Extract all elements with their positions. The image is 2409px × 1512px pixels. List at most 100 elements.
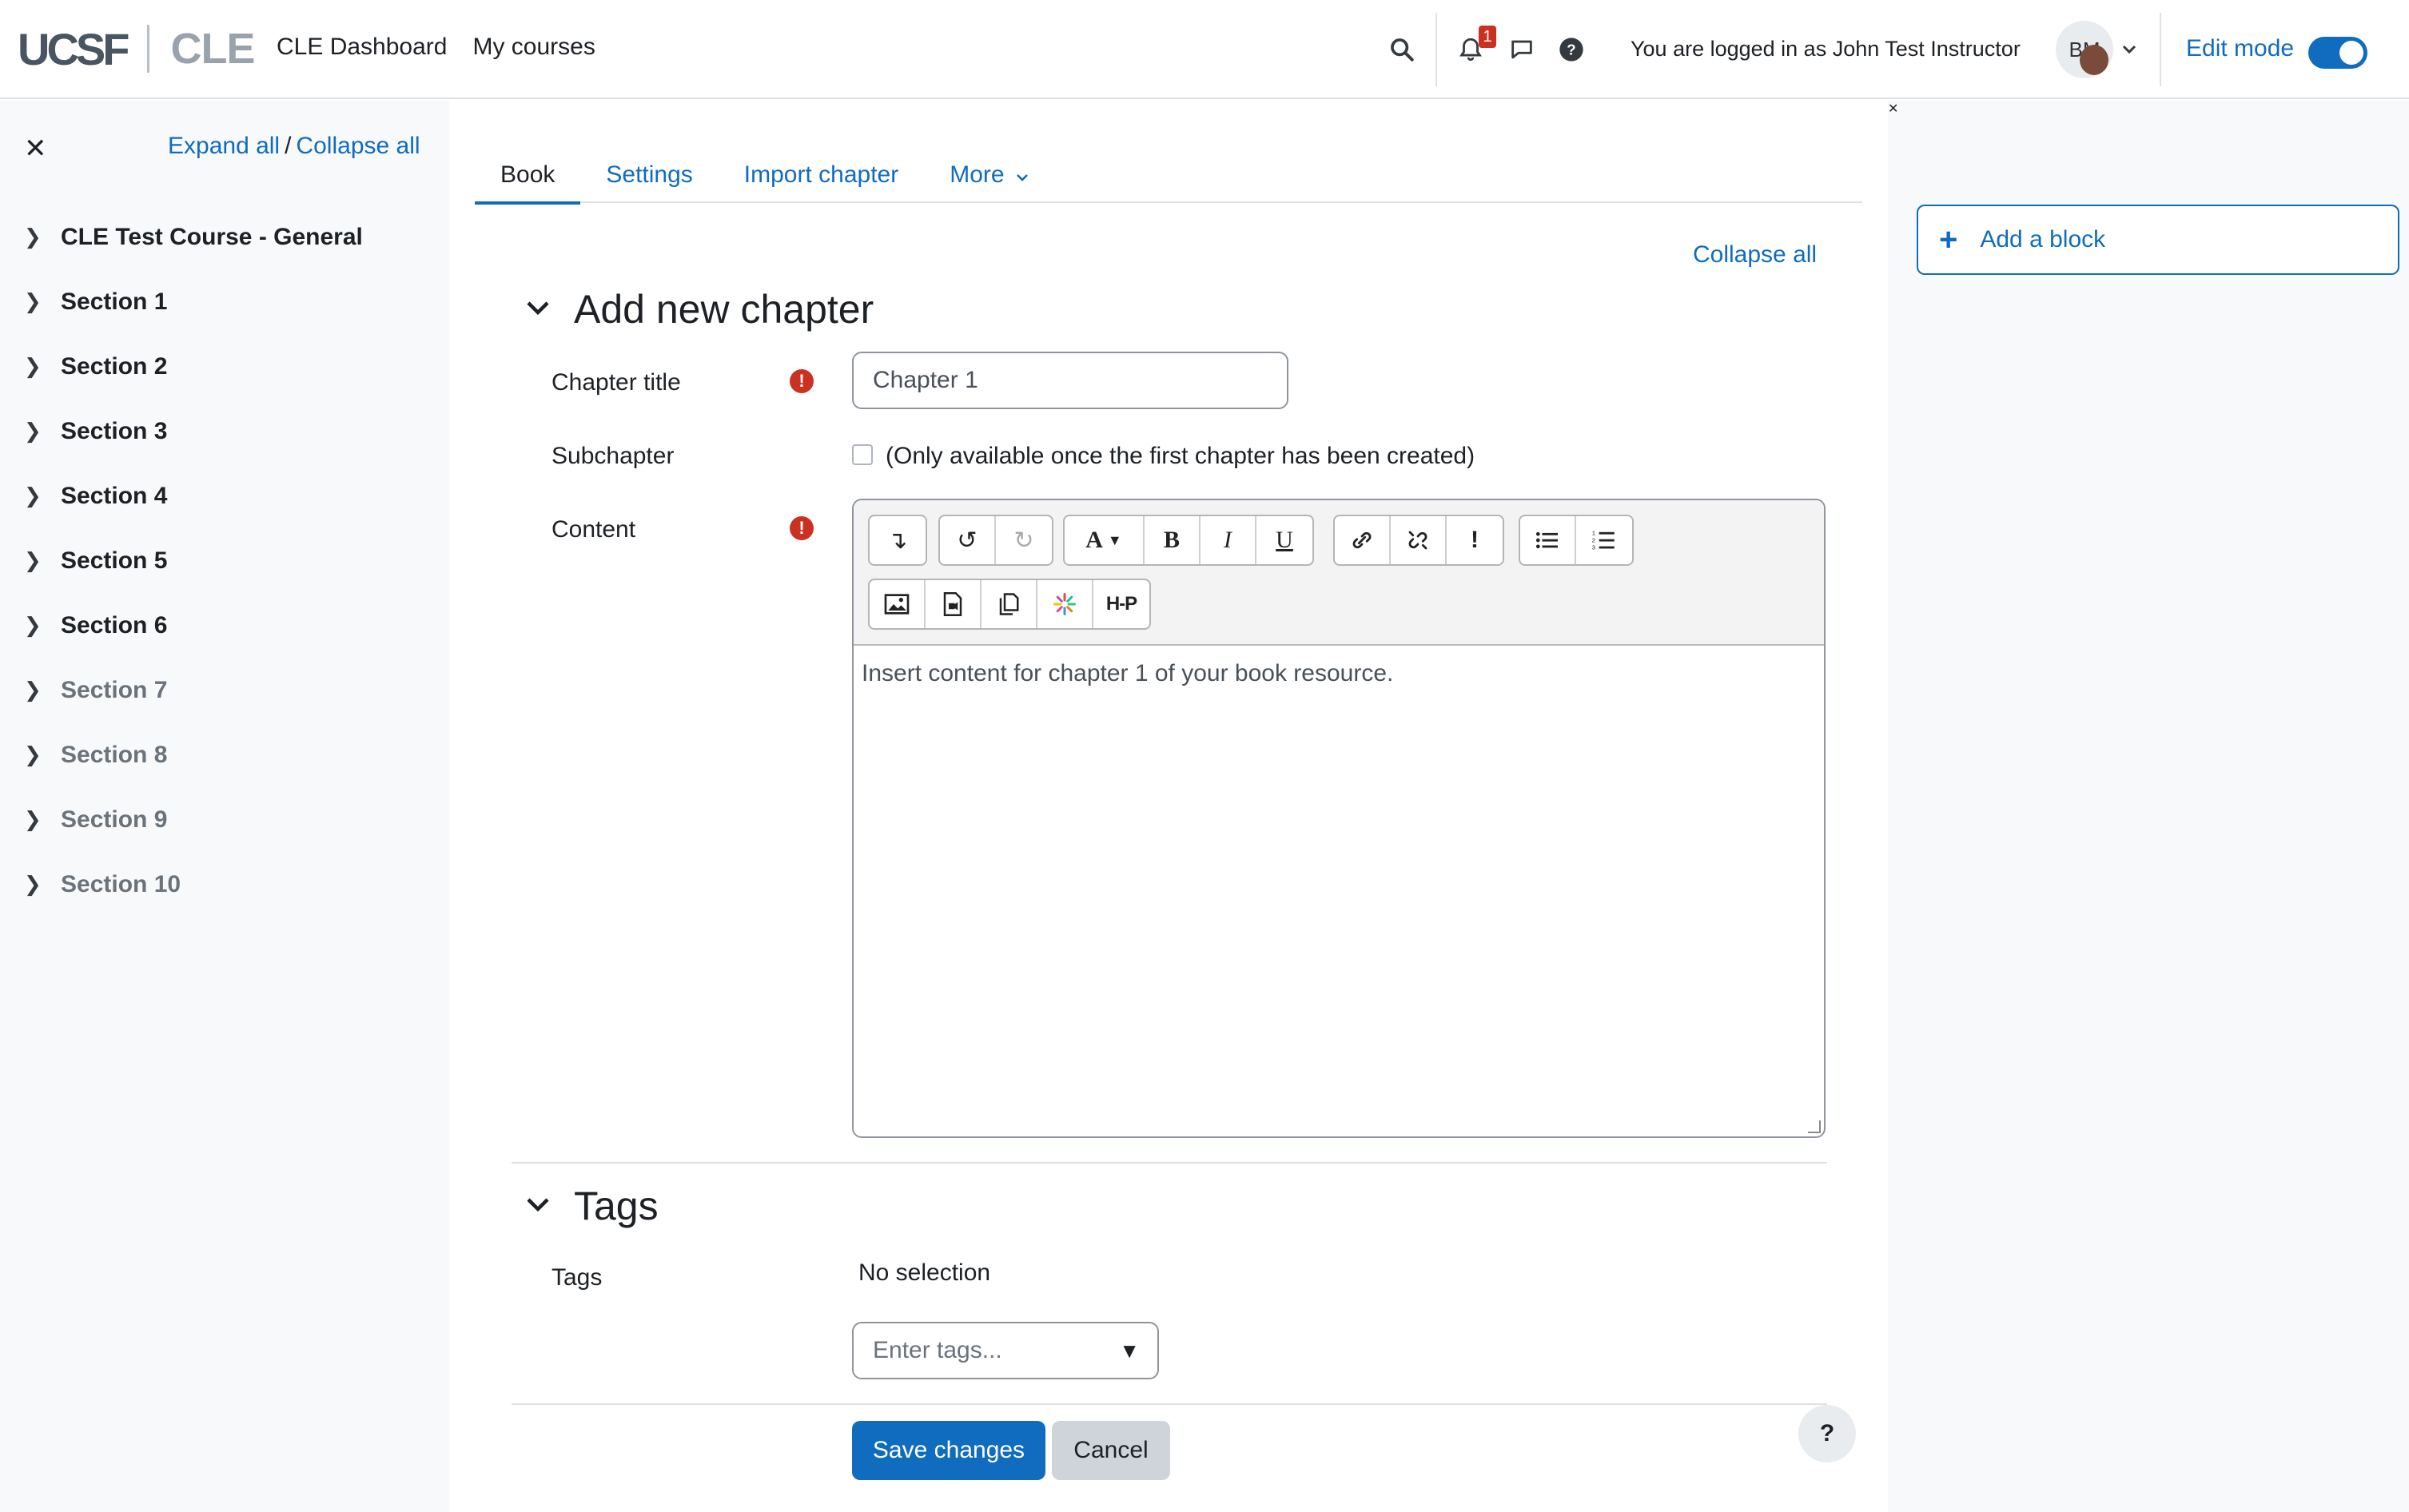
course-section-list: ❯ CLE Test Course - General ❯ Section 1 ❯ S… [24, 205, 363, 917]
close-block-drawer-icon[interactable]: ✕ [1888, 101, 1898, 117]
unlink-icon[interactable] [1391, 516, 1447, 564]
unordered-list-icon[interactable] [1520, 516, 1576, 564]
ordered-list-icon[interactable]: 123 [1576, 516, 1632, 564]
chevron-down-icon[interactable] [526, 1192, 550, 1220]
tab-more[interactable]: More [924, 141, 1054, 203]
section-header-tags[interactable]: Tags [526, 1183, 659, 1229]
subchapter-checkbox[interactable] [852, 444, 873, 465]
svg-text:3: 3 [1592, 543, 1595, 551]
expand-all-link[interactable]: Expand all [168, 133, 280, 159]
chevron-right-icon[interactable]: ❯ [24, 872, 61, 897]
section-item-general[interactable]: ❯ CLE Test Course - General [24, 205, 363, 269]
toolbar-group-style: A ▼ B I U [1063, 515, 1314, 566]
primary-navigation: CLE Dashboard My courses [277, 34, 595, 61]
section-label: Section 4 [61, 482, 168, 509]
section-item-9[interactable]: ❯ Section 9 [24, 787, 363, 852]
section-item-6[interactable]: ❯ Section 6 [24, 593, 363, 658]
section-label: Section 3 [61, 417, 168, 444]
paragraph-styles-icon[interactable]: A ▼ [1065, 516, 1145, 564]
section-item-7[interactable]: ❯ Section 7 [24, 658, 363, 722]
add-block-label: Add a block [1980, 226, 2106, 253]
chevron-right-icon[interactable]: ❯ [24, 807, 61, 832]
manage-files-icon[interactable] [982, 580, 1037, 628]
tags-no-selection: No selection [858, 1259, 991, 1286]
block-drawer [1888, 101, 2409, 1512]
header-divider-2 [2160, 13, 2161, 86]
close-drawer-icon[interactable]: ✕ [24, 133, 47, 165]
section-divider [512, 1162, 1827, 1164]
user-menu-chevron-icon[interactable] [2110, 30, 2148, 69]
section-item-10[interactable]: ❯ Section 10 [24, 852, 363, 917]
chevron-right-icon[interactable]: ❯ [24, 354, 61, 379]
section-item-5[interactable]: ❯ Section 5 [24, 528, 363, 593]
h5p-icon[interactable]: H-P [1093, 580, 1149, 628]
chevron-right-icon[interactable]: ❯ [24, 678, 61, 702]
chevron-right-icon[interactable]: ❯ [24, 225, 61, 249]
tags-label: Tags [551, 1264, 603, 1291]
cancel-button[interactable]: Cancel [1052, 1421, 1170, 1480]
section-label: Section 9 [61, 806, 168, 833]
editor-content[interactable]: Insert content for chapter 1 of your boo… [862, 660, 1393, 687]
accessibility-checker-icon[interactable]: ! [1447, 516, 1503, 564]
logo-divider [147, 25, 150, 73]
redo-icon[interactable]: ↻ [996, 516, 1052, 564]
section-label: Section 7 [61, 676, 168, 703]
messages-icon[interactable] [1503, 30, 1541, 69]
toolbar-group-media: H-P [868, 579, 1151, 630]
site-logo[interactable]: UCSF CLE [18, 21, 255, 77]
save-changes-button[interactable]: Save changes [852, 1421, 1045, 1480]
required-icon: ! [790, 369, 814, 393]
tab-settings[interactable]: Settings [580, 141, 718, 203]
insert-media-icon[interactable] [926, 580, 982, 628]
section-item-3[interactable]: ❯ Section 3 [24, 399, 363, 464]
svg-text:2: 2 [1592, 537, 1595, 544]
edit-mode-label: Edit mode [2186, 35, 2295, 62]
section-header-add-chapter[interactable]: Add new chapter [526, 286, 874, 332]
rich-text-editor[interactable]: ↴ ↺ ↻ A ▼ B I U ! 123 H-P Insert content… [852, 499, 1826, 1138]
svg-text:1: 1 [1592, 530, 1595, 537]
insert-image-icon[interactable] [870, 580, 926, 628]
form-footer-divider [512, 1403, 1827, 1405]
subchapter-note: (Only available once the first chapter h… [886, 443, 1475, 469]
tab-import-chapter[interactable]: Import chapter [719, 141, 924, 203]
resize-handle[interactable] [1808, 1120, 1821, 1133]
nav-my-courses[interactable]: My courses [472, 34, 595, 61]
recordrtc-icon[interactable] [1037, 580, 1093, 628]
chevron-right-icon[interactable]: ❯ [24, 548, 61, 573]
chapter-title-value: Chapter 1 [873, 367, 978, 393]
show-more-buttons-icon[interactable]: ↴ [870, 516, 926, 564]
chevron-down-icon [1017, 174, 1028, 181]
subchapter-label: Subchapter [551, 443, 675, 469]
caret-down-icon[interactable]: ▼ [1119, 1339, 1140, 1363]
logo-cle: CLE [170, 25, 255, 73]
nav-dashboard[interactable]: CLE Dashboard [277, 34, 447, 61]
italic-icon[interactable]: I [1201, 516, 1256, 564]
chevron-down-icon[interactable] [526, 296, 550, 323]
section-item-8[interactable]: ❯ Section 8 [24, 722, 363, 787]
chevron-right-icon[interactable]: ❯ [24, 742, 61, 767]
chevron-right-icon[interactable]: ❯ [24, 483, 61, 508]
collapse-all-link[interactable]: Collapse all [296, 133, 420, 159]
tags-input[interactable]: Enter tags... ▼ [852, 1322, 1159, 1379]
required-icon: ! [790, 516, 814, 540]
chevron-right-icon[interactable]: ❯ [24, 289, 61, 314]
add-block-button[interactable]: + Add a block [1917, 205, 2399, 275]
section-item-2[interactable]: ❯ Section 2 [24, 334, 363, 399]
chevron-right-icon[interactable]: ❯ [24, 419, 61, 444]
link-icon[interactable] [1335, 516, 1391, 564]
bold-icon[interactable]: B [1145, 516, 1201, 564]
help-circle-icon[interactable]: ? [1552, 30, 1591, 69]
tab-book[interactable]: Book [475, 141, 581, 205]
search-icon[interactable] [1383, 30, 1421, 69]
user-avatar[interactable]: BM [2056, 21, 2113, 78]
help-button[interactable]: ? [1798, 1405, 1856, 1462]
underline-icon[interactable]: U [1256, 516, 1312, 564]
edit-mode-toggle[interactable] [2308, 37, 2367, 69]
section-item-4[interactable]: ❯ Section 4 [24, 464, 363, 528]
form-collapse-all-link[interactable]: Collapse all [1693, 241, 1817, 269]
section-label: Section 6 [61, 611, 168, 639]
chevron-right-icon[interactable]: ❯ [24, 613, 61, 638]
chapter-title-input[interactable]: Chapter 1 [852, 352, 1288, 409]
section-item-1[interactable]: ❯ Section 1 [24, 269, 363, 334]
undo-icon[interactable]: ↺ [940, 516, 996, 564]
